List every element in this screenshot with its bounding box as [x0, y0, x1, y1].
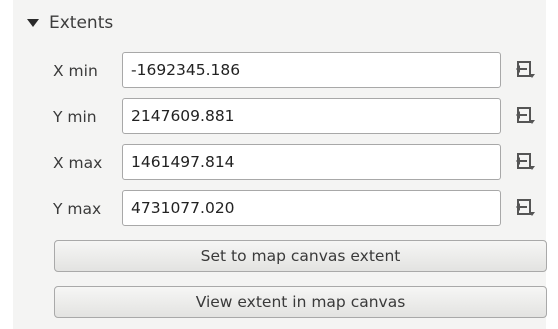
ymin-input[interactable]	[122, 98, 501, 134]
xmin-label: X min	[53, 62, 98, 80]
xmin-extent-dropdown-icon[interactable]	[512, 56, 540, 84]
view-extent-in-map-canvas-button[interactable]: View extent in map canvas	[54, 286, 547, 318]
ymin-label: Y min	[53, 108, 97, 126]
ymax-extent-dropdown-icon[interactable]	[512, 194, 540, 222]
xmax-input[interactable]	[122, 144, 501, 180]
extents-group-header[interactable]: Extents	[27, 10, 113, 36]
xmin-input[interactable]	[122, 52, 501, 88]
set-to-map-canvas-extent-button[interactable]: Set to map canvas extent	[54, 240, 547, 272]
extents-panel: Extents X min Y min X max	[13, 0, 547, 329]
ymin-extent-dropdown-icon[interactable]	[512, 102, 540, 130]
ymax-input[interactable]	[122, 190, 501, 226]
ymax-row: Y max	[13, 190, 546, 232]
extents-group-title: Extents	[49, 13, 114, 33]
xmax-label: X max	[53, 154, 103, 172]
xmax-extent-dropdown-icon[interactable]	[512, 148, 540, 176]
collapse-triangle-icon[interactable]	[27, 19, 39, 27]
ymax-label: Y max	[53, 200, 102, 218]
xmax-row: X max	[13, 144, 546, 186]
ymin-row: Y min	[13, 98, 546, 140]
xmin-row: X min	[13, 52, 546, 94]
